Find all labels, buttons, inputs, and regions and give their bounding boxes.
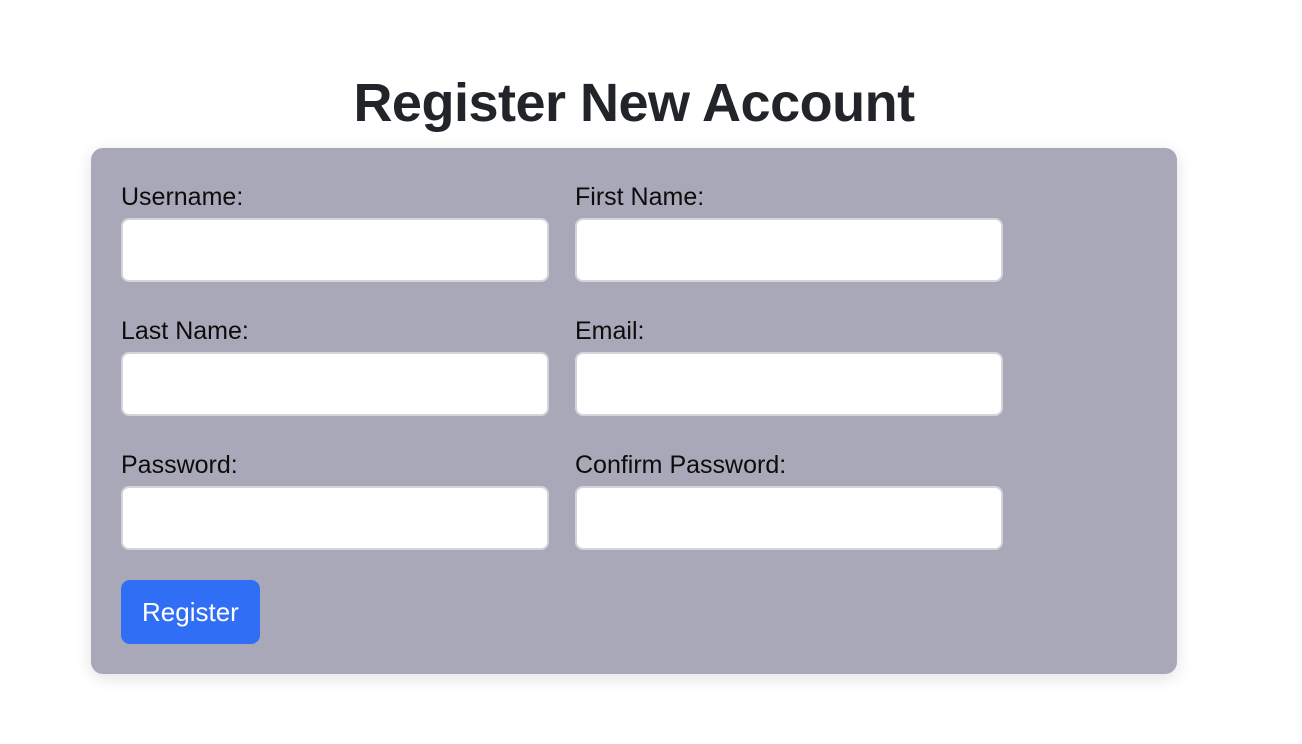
register-button[interactable]: Register	[121, 580, 260, 644]
email-input[interactable]	[575, 352, 1003, 416]
last-name-field-group: Last Name:	[121, 316, 549, 416]
username-field-group: Username:	[121, 182, 549, 282]
first-name-input[interactable]	[575, 218, 1003, 282]
password-input[interactable]	[121, 486, 549, 550]
first-name-label: First Name:	[575, 183, 705, 211]
page-title: Register New Account	[353, 73, 915, 133]
email-label: Email:	[575, 317, 645, 345]
register-page: Register New Account Username: First Nam…	[0, 0, 1302, 744]
last-name-input[interactable]	[121, 352, 549, 416]
confirm-password-field-group: Confirm Password:	[575, 450, 1003, 550]
email-field-group: Email:	[575, 316, 1003, 416]
first-name-field-group: First Name:	[575, 182, 1003, 282]
password-field-group: Password:	[121, 450, 549, 550]
username-input[interactable]	[121, 218, 549, 282]
username-label: Username:	[121, 183, 244, 211]
password-label: Password:	[121, 451, 238, 479]
last-name-label: Last Name:	[121, 317, 249, 345]
registration-form: Username: First Name: Last Name: Email: …	[91, 148, 1177, 674]
confirm-password-label: Confirm Password:	[575, 451, 787, 479]
confirm-password-input[interactable]	[575, 486, 1003, 550]
